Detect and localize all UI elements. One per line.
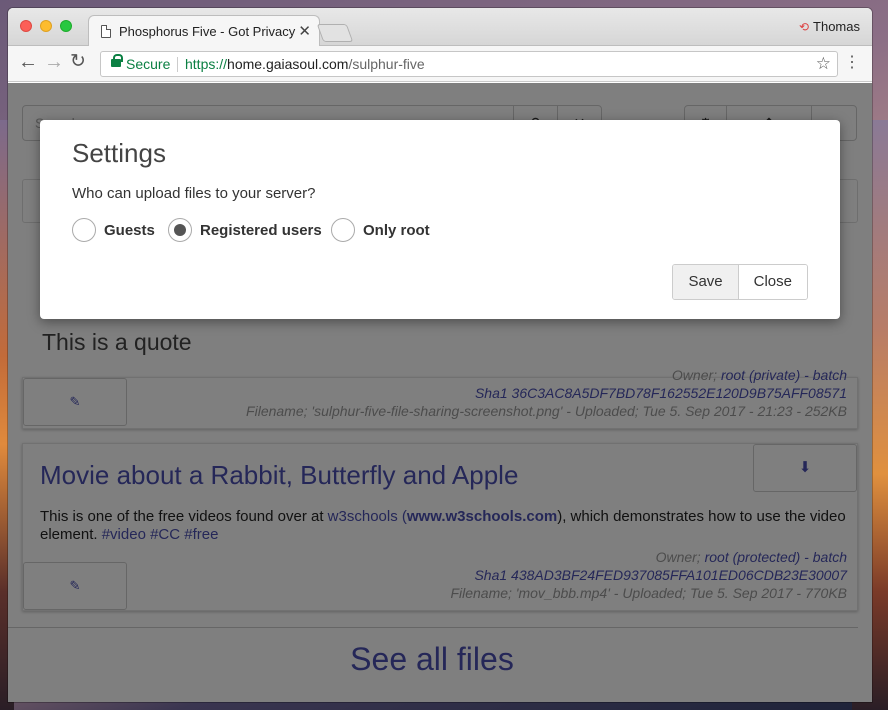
- url-text: https://home.gaiasoul.com/sulphur-five: [185, 52, 425, 76]
- save-button[interactable]: Save: [673, 265, 738, 299]
- radio-button[interactable]: [331, 218, 355, 242]
- url-path: /sulphur-five: [348, 56, 425, 72]
- radio-label: Only root: [363, 221, 430, 239]
- sync-icon: ⟲: [798, 20, 810, 34]
- tab-title: Phosphorus Five - Got Privacy: [119, 24, 296, 39]
- tab-close-icon[interactable]: ✕: [298, 22, 311, 40]
- tab-strip: Phosphorus Five - Got Privacy ✕ ⟲ Thomas: [8, 8, 872, 47]
- address-bar[interactable]: Secure https://home.gaiasoul.com/sulphur…: [100, 51, 838, 77]
- bookmark-star-icon[interactable]: ☆: [816, 52, 831, 76]
- window-minimize-button[interactable]: [40, 20, 52, 32]
- page-viewport: Search... ⚲ ✕ ⚙ ⬆ ⌂ This is a quote ✎ Ow…: [8, 83, 872, 702]
- browser-tab[interactable]: Phosphorus Five - Got Privacy ✕: [88, 15, 320, 47]
- profile-name: Thomas: [813, 19, 860, 34]
- browser-window: Phosphorus Five - Got Privacy ✕ ⟲ Thomas …: [8, 8, 872, 702]
- url-scheme: https://: [185, 56, 228, 72]
- reload-icon[interactable]: ↻: [70, 52, 86, 72]
- url-host: home.gaiasoul.com: [227, 56, 349, 72]
- radio-only-root[interactable]: Only root: [331, 217, 430, 243]
- window-zoom-button[interactable]: [60, 20, 72, 32]
- radio-guests[interactable]: Guests: [72, 217, 155, 243]
- radio-registered-users[interactable]: Registered users: [168, 217, 322, 243]
- browser-toolbar: ← → ↻ Secure https://home.gaiasoul.com/s…: [8, 46, 872, 82]
- upload-question: Who can upload files to your server?: [72, 185, 316, 202]
- radio-label: Registered users: [200, 221, 322, 239]
- page-icon: [101, 25, 111, 38]
- radio-label: Guests: [104, 221, 155, 239]
- browser-menu-icon[interactable]: ⋮: [844, 53, 860, 73]
- window-close-button[interactable]: [20, 20, 32, 32]
- lock-icon: [111, 54, 123, 67]
- omnibox-divider: [177, 57, 178, 72]
- close-button[interactable]: Close: [737, 265, 807, 299]
- secure-label: Secure: [126, 56, 171, 72]
- settings-modal: Settings Who can upload files to your se…: [40, 120, 840, 319]
- radio-button[interactable]: [168, 218, 192, 242]
- profile-button[interactable]: ⟲ Thomas: [799, 19, 860, 34]
- new-tab-button[interactable]: [316, 24, 354, 42]
- back-arrow-icon[interactable]: ←: [18, 52, 38, 72]
- radio-button[interactable]: [72, 218, 96, 242]
- modal-title: Settings: [72, 138, 166, 168]
- modal-button-group: Save Close: [672, 264, 808, 300]
- forward-arrow-icon[interactable]: →: [44, 52, 64, 72]
